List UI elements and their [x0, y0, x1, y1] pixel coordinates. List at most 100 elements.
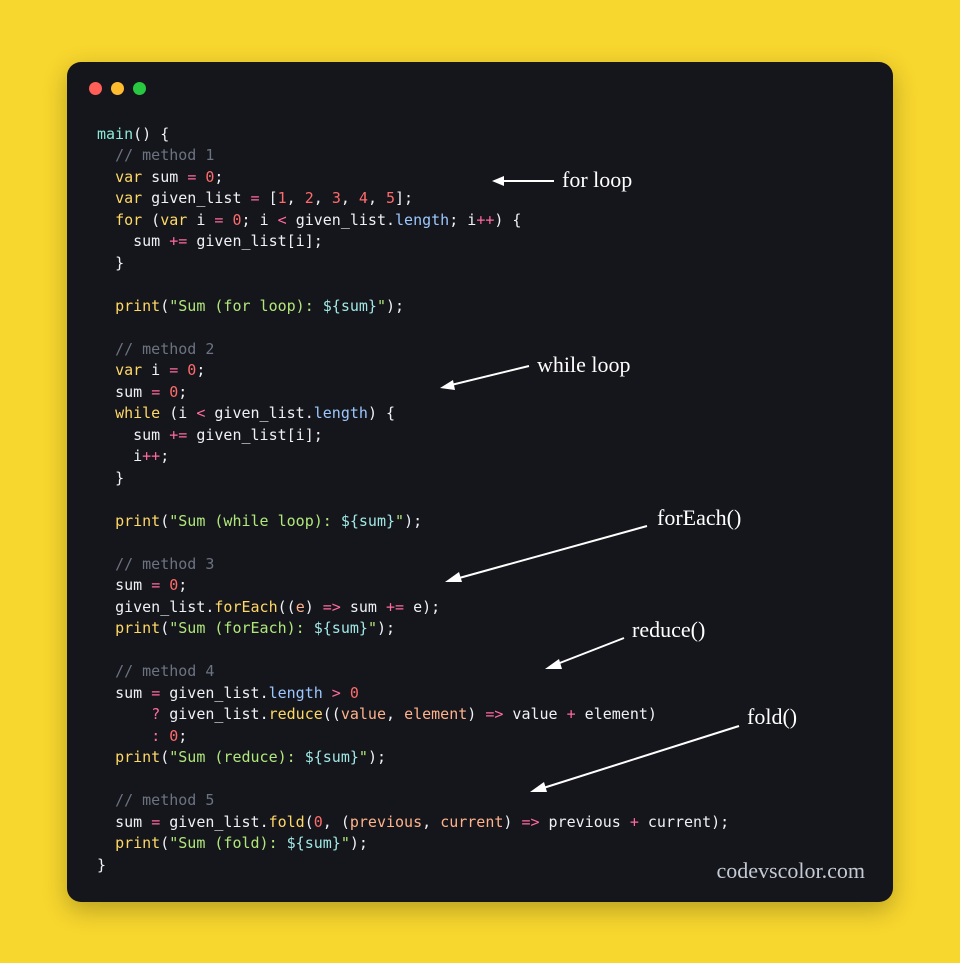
token: ); — [368, 748, 386, 766]
token: " — [368, 619, 377, 637]
token: ; — [242, 211, 260, 229]
token: ) { — [494, 211, 521, 229]
token: given_list — [196, 426, 286, 444]
token: 0 — [169, 727, 178, 745]
token: sum — [341, 598, 386, 616]
token: 5 — [386, 189, 395, 207]
token: element — [404, 705, 467, 723]
token: ) { — [368, 404, 395, 422]
token: var — [115, 189, 142, 207]
token: var — [115, 168, 142, 186]
token: = — [251, 189, 260, 207]
token: current — [440, 813, 503, 831]
token: (( — [323, 705, 341, 723]
token: length — [314, 404, 368, 422]
token: " — [341, 834, 350, 852]
token: current); — [639, 813, 729, 831]
token: given_list — [160, 813, 259, 831]
token: i — [133, 447, 142, 465]
token: " — [377, 297, 386, 315]
token: => — [485, 705, 503, 723]
token: given_list — [142, 189, 250, 207]
token: } — [97, 856, 106, 874]
token: print — [115, 834, 160, 852]
token: previous — [350, 813, 422, 831]
token: var — [115, 361, 142, 379]
token: + — [567, 705, 576, 723]
token: , — [341, 189, 359, 207]
token: while — [115, 404, 160, 422]
token: = — [151, 813, 160, 831]
token: i — [187, 211, 214, 229]
minimize-icon — [111, 82, 124, 95]
token: sum — [115, 576, 151, 594]
token: "Sum (for loop): — [169, 297, 323, 315]
token: print — [115, 512, 160, 530]
token: , ( — [323, 813, 350, 831]
code-block: main() { // method 1 var sum = 0; var gi… — [97, 124, 863, 877]
token: fold — [269, 813, 305, 831]
token: ( — [160, 619, 169, 637]
token: sum — [133, 232, 160, 250]
zoom-icon — [133, 82, 146, 95]
comment: // method 2 — [115, 340, 214, 358]
token: < — [187, 404, 214, 422]
token: "Sum (while loop): — [169, 512, 341, 530]
token: given_list — [196, 232, 286, 250]
token: = — [151, 576, 160, 594]
watermark: codevscolor.com — [717, 858, 865, 884]
token: sum — [142, 168, 187, 186]
token: ; — [178, 727, 187, 745]
token: e); — [404, 598, 440, 616]
token: [i]; — [287, 426, 323, 444]
token: ); — [404, 512, 422, 530]
token: ++ — [476, 211, 494, 229]
token: ]; — [395, 189, 413, 207]
token: , — [368, 189, 386, 207]
token: ; — [160, 447, 169, 465]
token: reduce — [269, 705, 323, 723]
token: > — [323, 684, 350, 702]
token: . — [260, 684, 269, 702]
code-panel: main() { // method 1 var sum = 0; var gi… — [67, 62, 893, 902]
close-icon — [89, 82, 102, 95]
token: 0 — [178, 361, 196, 379]
token: () — [133, 125, 151, 143]
token: => — [521, 813, 539, 831]
token: ; — [178, 576, 187, 594]
token: => — [323, 598, 341, 616]
comment: // method 4 — [115, 662, 214, 680]
token: , — [422, 813, 440, 831]
token: ) — [503, 813, 521, 831]
token: ; — [214, 168, 223, 186]
token: for — [115, 211, 142, 229]
token: , — [287, 189, 305, 207]
token: length — [395, 211, 449, 229]
token: } — [115, 469, 124, 487]
token: : — [151, 727, 169, 745]
token: print — [115, 748, 160, 766]
token: print — [115, 297, 160, 315]
token: 4 — [359, 189, 368, 207]
token: "Sum (forEach): — [169, 619, 314, 637]
token: forEach — [214, 598, 277, 616]
token: 1 — [278, 189, 287, 207]
token: given_list — [160, 684, 259, 702]
token: i — [260, 211, 269, 229]
token: "Sum (fold): — [169, 834, 286, 852]
token: ; — [449, 211, 467, 229]
token: length — [269, 684, 323, 702]
token: value — [503, 705, 566, 723]
token: . — [305, 404, 314, 422]
token: ); — [386, 297, 404, 315]
token: i — [178, 404, 187, 422]
token: ${sum} — [323, 297, 377, 315]
token: . — [260, 705, 269, 723]
token: { — [151, 125, 169, 143]
token: = — [187, 168, 196, 186]
token: "Sum (reduce): — [169, 748, 304, 766]
token: 0 — [314, 813, 323, 831]
token: ( — [160, 512, 169, 530]
token: given_list — [169, 705, 259, 723]
token: i — [142, 361, 169, 379]
